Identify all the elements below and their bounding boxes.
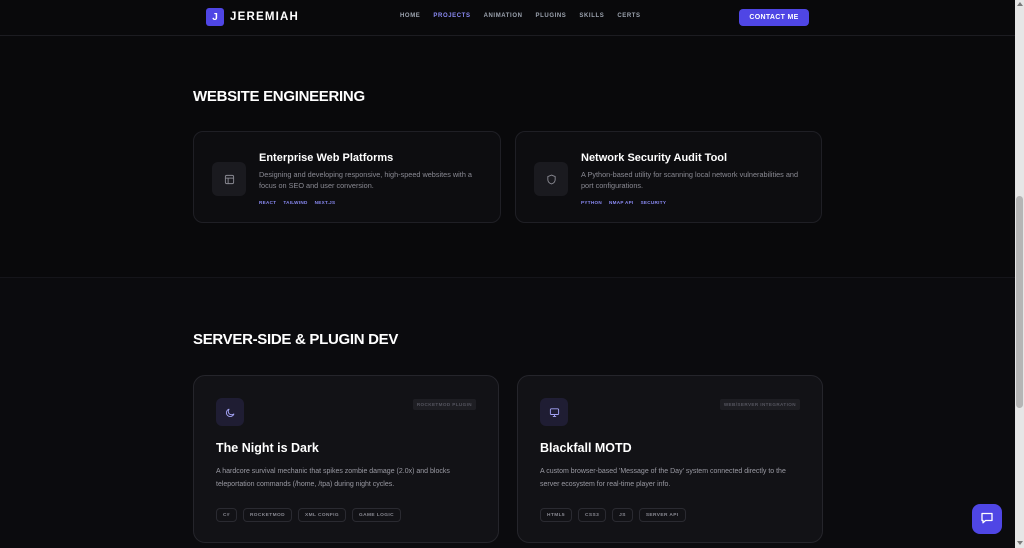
- card-description: Designing and developing responsive, hig…: [259, 170, 472, 190]
- card-description: A Python-based utility for scanning loca…: [581, 170, 799, 190]
- section-title-server: SERVER-SIDE & PLUGIN DEV: [193, 331, 399, 348]
- layout-icon: [212, 162, 246, 196]
- nav-item-certs[interactable]: CERTS: [617, 13, 640, 19]
- tag: TAILWIND: [283, 200, 308, 205]
- tag: PYTHON: [581, 200, 602, 205]
- nav-item-animation[interactable]: ANIMATION: [484, 13, 523, 19]
- tech-chip: CSS3: [578, 508, 607, 522]
- tag: REACT: [259, 200, 277, 205]
- project-card-night-is-dark[interactable]: ROCKETMOD PLUGIN The Night is Dark A har…: [193, 375, 499, 543]
- card-title: The Night is Dark: [216, 441, 319, 455]
- scroll-down-arrow-icon[interactable]: [1017, 541, 1023, 545]
- nav-item-projects[interactable]: PROJECTS: [433, 13, 470, 19]
- card-title: Enterprise Web Platforms: [259, 152, 394, 164]
- brand-logo[interactable]: J JEREMIAH: [206, 8, 299, 26]
- project-card-enterprise-web[interactable]: Enterprise Web Platforms Designing and d…: [193, 131, 501, 223]
- tech-chip: GAME LOGIC: [352, 508, 401, 522]
- main-nav: HOME PROJECTS ANIMATION PLUGINS SKILLS C…: [400, 13, 654, 19]
- nav-item-skills[interactable]: SKILLS: [579, 13, 604, 19]
- tag: NEXT.JS: [314, 200, 336, 205]
- tech-chip-list: HTML5 CSS3 JS SERVER API: [540, 508, 692, 522]
- card-description: A hardcore survival mechanic that spikes…: [216, 468, 450, 488]
- scrollbar-thumb[interactable]: [1016, 196, 1023, 408]
- scroll-up-arrow-icon[interactable]: [1017, 2, 1023, 6]
- contact-me-button[interactable]: CONTACT ME: [739, 9, 809, 26]
- tech-chip: HTML5: [540, 508, 572, 522]
- tech-chip: SERVER API: [638, 508, 686, 522]
- card-description: A custom browser-based 'Message of the D…: [540, 468, 786, 488]
- chat-button[interactable]: [972, 504, 1002, 534]
- tech-chip-list: C# ROCKETMOD XML CONFIG GAME LOGIC: [216, 508, 407, 522]
- project-card-blackfall-motd[interactable]: WEB/SERVER INTEGRATION Blackfall MOTD A …: [517, 375, 823, 543]
- tech-chip: ROCKETMOD: [242, 508, 292, 522]
- nav-item-home[interactable]: HOME: [400, 13, 420, 19]
- top-navbar: J JEREMIAH HOME PROJECTS ANIMATION PLUGI…: [0, 0, 1015, 36]
- moon-icon: [216, 398, 244, 426]
- project-card-network-audit[interactable]: Network Security Audit Tool A Python-bas…: [515, 131, 822, 223]
- server-side-section: [0, 278, 1015, 548]
- category-badge: WEB/SERVER INTEGRATION: [719, 399, 800, 410]
- tech-chip: XML CONFIG: [297, 508, 347, 522]
- nav-item-plugins[interactable]: PLUGINS: [536, 13, 567, 19]
- tag: SECURITY: [640, 200, 667, 205]
- category-badge: ROCKETMOD PLUGIN: [412, 399, 476, 410]
- tag-list: REACT TAILWIND NEXT.JS: [259, 200, 342, 205]
- shield-icon: [534, 162, 568, 196]
- brand-name: JEREMIAH: [230, 11, 300, 23]
- card-title: Network Security Audit Tool: [581, 152, 728, 164]
- monitor-icon: [540, 398, 568, 426]
- brand-mark: J: [206, 8, 224, 26]
- website-engineering-section: [0, 37, 1015, 277]
- tech-chip: C#: [216, 508, 237, 522]
- tech-chip: JS: [612, 508, 633, 522]
- card-title: Blackfall MOTD: [540, 441, 632, 455]
- section-title-web: WEBSITE ENGINEERING: [193, 88, 365, 105]
- tag-list: PYTHON NMAP API SECURITY: [581, 200, 673, 205]
- chat-bubble-icon: [980, 511, 994, 528]
- tag: NMAP API: [608, 200, 634, 205]
